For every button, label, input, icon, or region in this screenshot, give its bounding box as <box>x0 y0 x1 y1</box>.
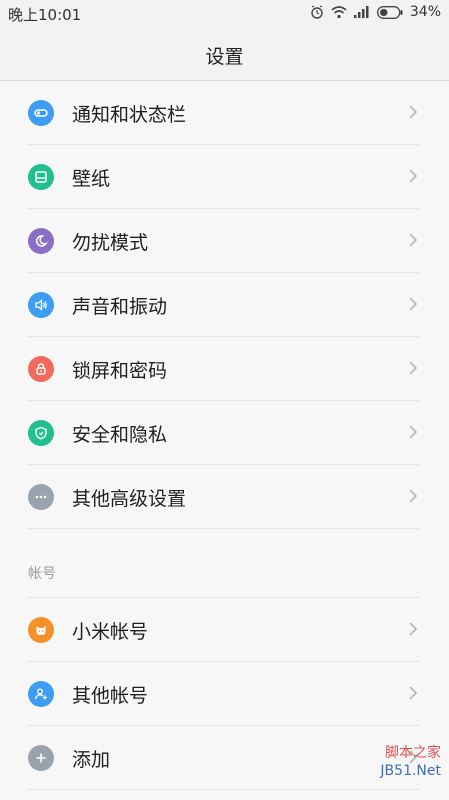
settings-item-add-account[interactable]: 添加 <box>28 726 419 790</box>
settings-item-label: 小米帐号 <box>72 621 149 643</box>
wallpaper-icon <box>28 164 54 190</box>
watermark: 脚本之家 JB51.Net <box>380 744 441 780</box>
alarm-icon <box>311 5 323 19</box>
watermark-line-1: 脚本之家 <box>385 745 441 761</box>
settings-item-other-accounts[interactable]: 其他帐号 <box>28 662 419 726</box>
mi-account-icon <box>28 617 54 643</box>
status-icons: 34% <box>310 4 441 20</box>
settings-item-label: 安全和隐私 <box>72 424 168 446</box>
account-section-header: 帐号 <box>28 529 419 598</box>
settings-item-wallpaper[interactable]: 壁纸 <box>28 145 419 209</box>
settings-item-label: 其他帐号 <box>72 685 149 707</box>
title-bar: 设置 <box>0 28 449 81</box>
settings-item-label: 锁屏和密码 <box>72 360 168 382</box>
chevron-right-icon <box>409 105 418 119</box>
settings-item-label: 添加 <box>72 749 111 771</box>
settings-item-label: 壁纸 <box>72 168 111 190</box>
more-icon <box>28 484 54 510</box>
chevron-right-icon <box>409 233 418 247</box>
chevron-right-icon <box>409 489 418 503</box>
chevron-right-icon <box>409 297 418 311</box>
notification-toggle-icon <box>28 100 54 126</box>
watermark-line-2: JB51.Net <box>380 763 441 779</box>
signal-icon <box>353 6 369 18</box>
wifi-icon <box>331 5 347 18</box>
status-time: 晚上10:01 <box>8 6 82 24</box>
section-label: 帐号 <box>28 566 56 582</box>
battery-icon <box>376 5 403 19</box>
chevron-right-icon <box>409 425 418 439</box>
settings-item-label: 其他高级设置 <box>72 488 187 510</box>
lock-icon <box>28 356 54 382</box>
plus-icon <box>28 745 54 771</box>
status-bar: 晚上10:01 34% <box>0 0 449 28</box>
settings-item-advanced[interactable]: 其他高级设置 <box>28 465 419 529</box>
settings-item-lock-screen[interactable]: 锁屏和密码 <box>28 337 419 401</box>
chevron-right-icon <box>409 361 418 375</box>
settings-item-label: 勿扰模式 <box>72 232 149 254</box>
settings-item-security[interactable]: 安全和隐私 <box>28 401 419 465</box>
settings-item-mi-account[interactable]: 小米帐号 <box>28 598 419 662</box>
moon-icon <box>28 228 54 254</box>
chevron-right-icon <box>409 686 418 700</box>
settings-item-sound[interactable]: 声音和振动 <box>28 273 419 337</box>
settings-item-do-not-disturb[interactable]: 勿扰模式 <box>28 209 419 273</box>
settings-list: 通知和状态栏 壁纸 勿扰模式 声音和振动 锁屏和密码 安全和隐私 其他高级设置 … <box>0 81 449 790</box>
settings-item-notifications[interactable]: 通知和状态栏 <box>28 81 419 145</box>
user-icon <box>28 681 54 707</box>
page-title: 设置 <box>205 46 244 68</box>
speaker-icon <box>28 292 54 318</box>
chevron-right-icon <box>409 622 418 636</box>
battery-percent: 34% <box>409 4 441 20</box>
settings-item-label: 声音和振动 <box>72 296 168 318</box>
chevron-right-icon <box>409 169 418 183</box>
shield-icon <box>28 420 54 446</box>
settings-item-label: 通知和状态栏 <box>72 104 187 126</box>
